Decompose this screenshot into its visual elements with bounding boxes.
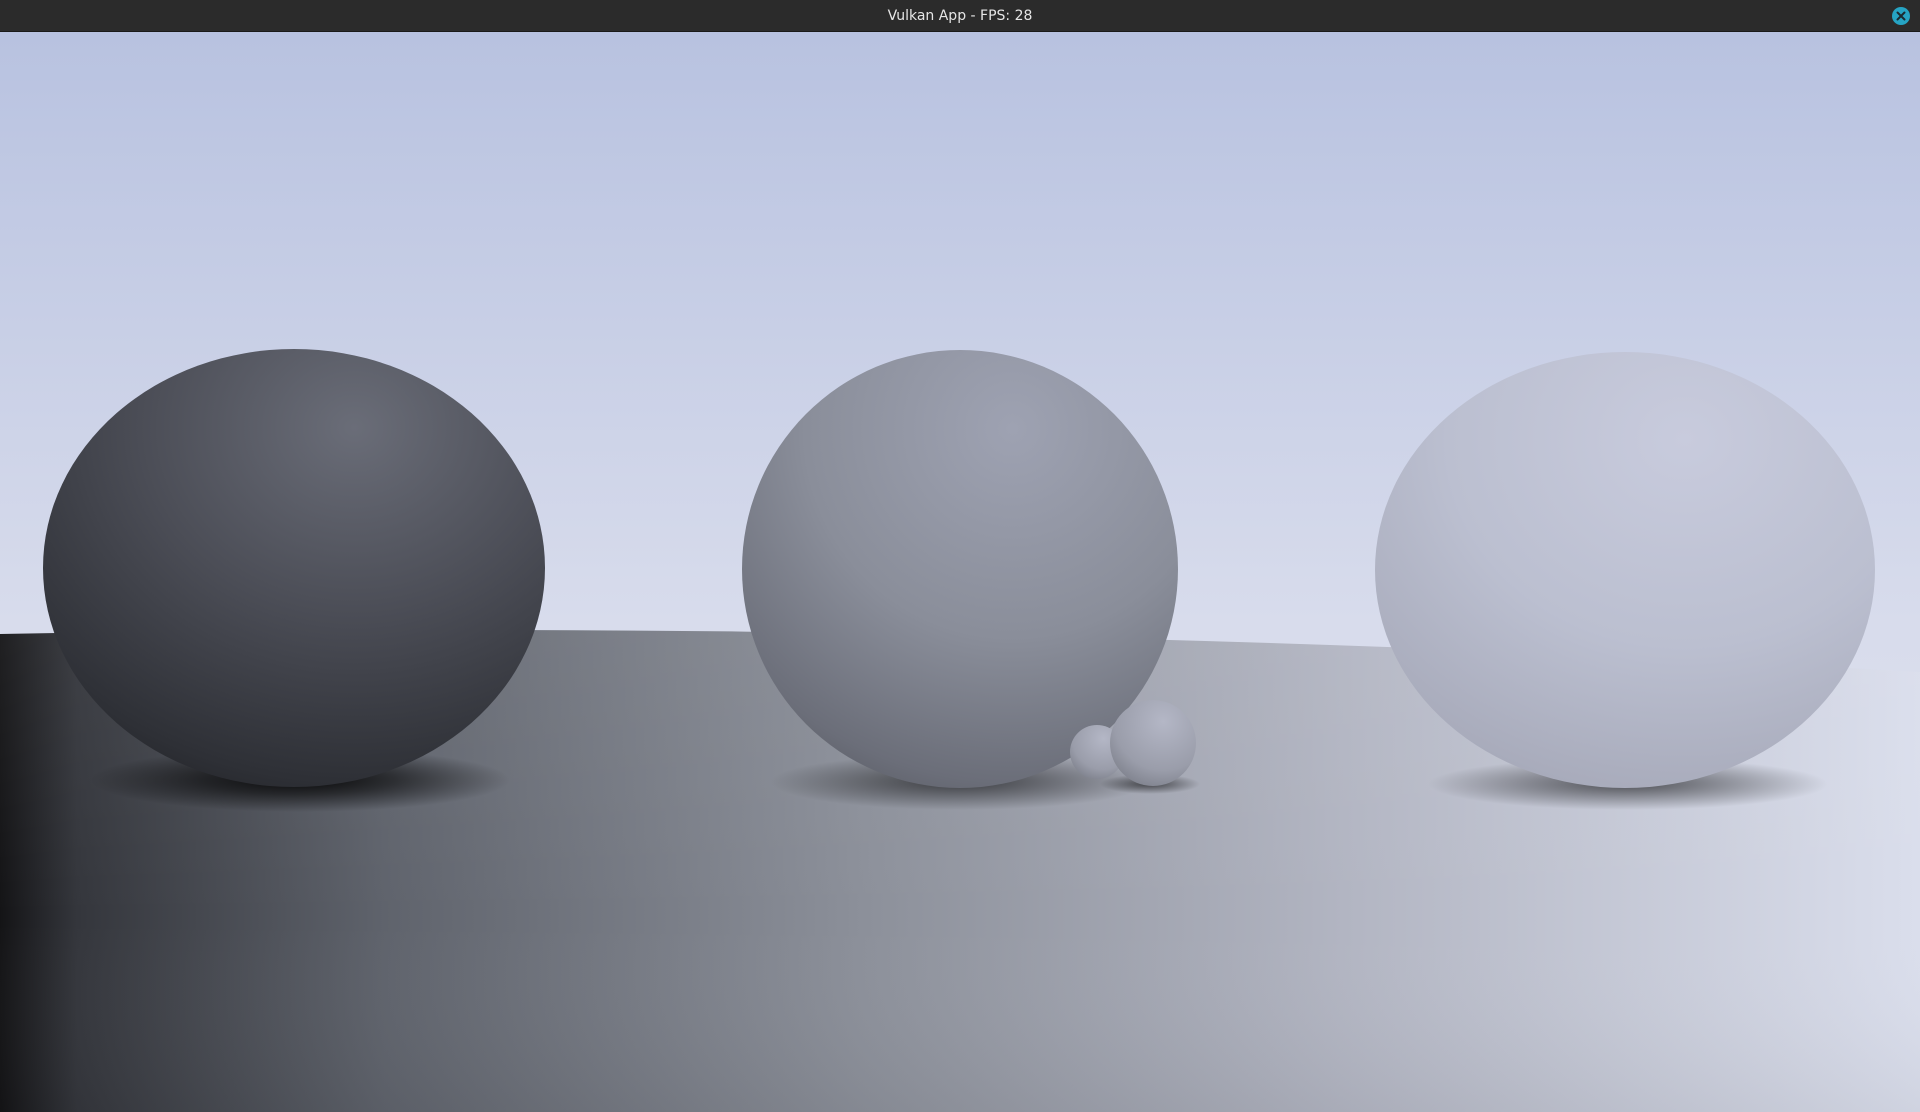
window-title: Vulkan App - FPS: 28: [887, 8, 1033, 24]
close-button[interactable]: [1892, 7, 1910, 25]
close-icon: [1896, 11, 1906, 21]
light-sphere: [1375, 352, 1875, 788]
render-viewport[interactable]: [0, 32, 1920, 1112]
title-bar[interactable]: Vulkan App - FPS: 28: [0, 0, 1920, 32]
small-sphere-front: [1110, 700, 1196, 786]
rendered-scene: [0, 32, 1920, 1112]
application-window: Vulkan App - FPS: 28: [0, 0, 1920, 1112]
mid-sphere: [742, 350, 1178, 788]
dark-sphere: [43, 349, 545, 787]
